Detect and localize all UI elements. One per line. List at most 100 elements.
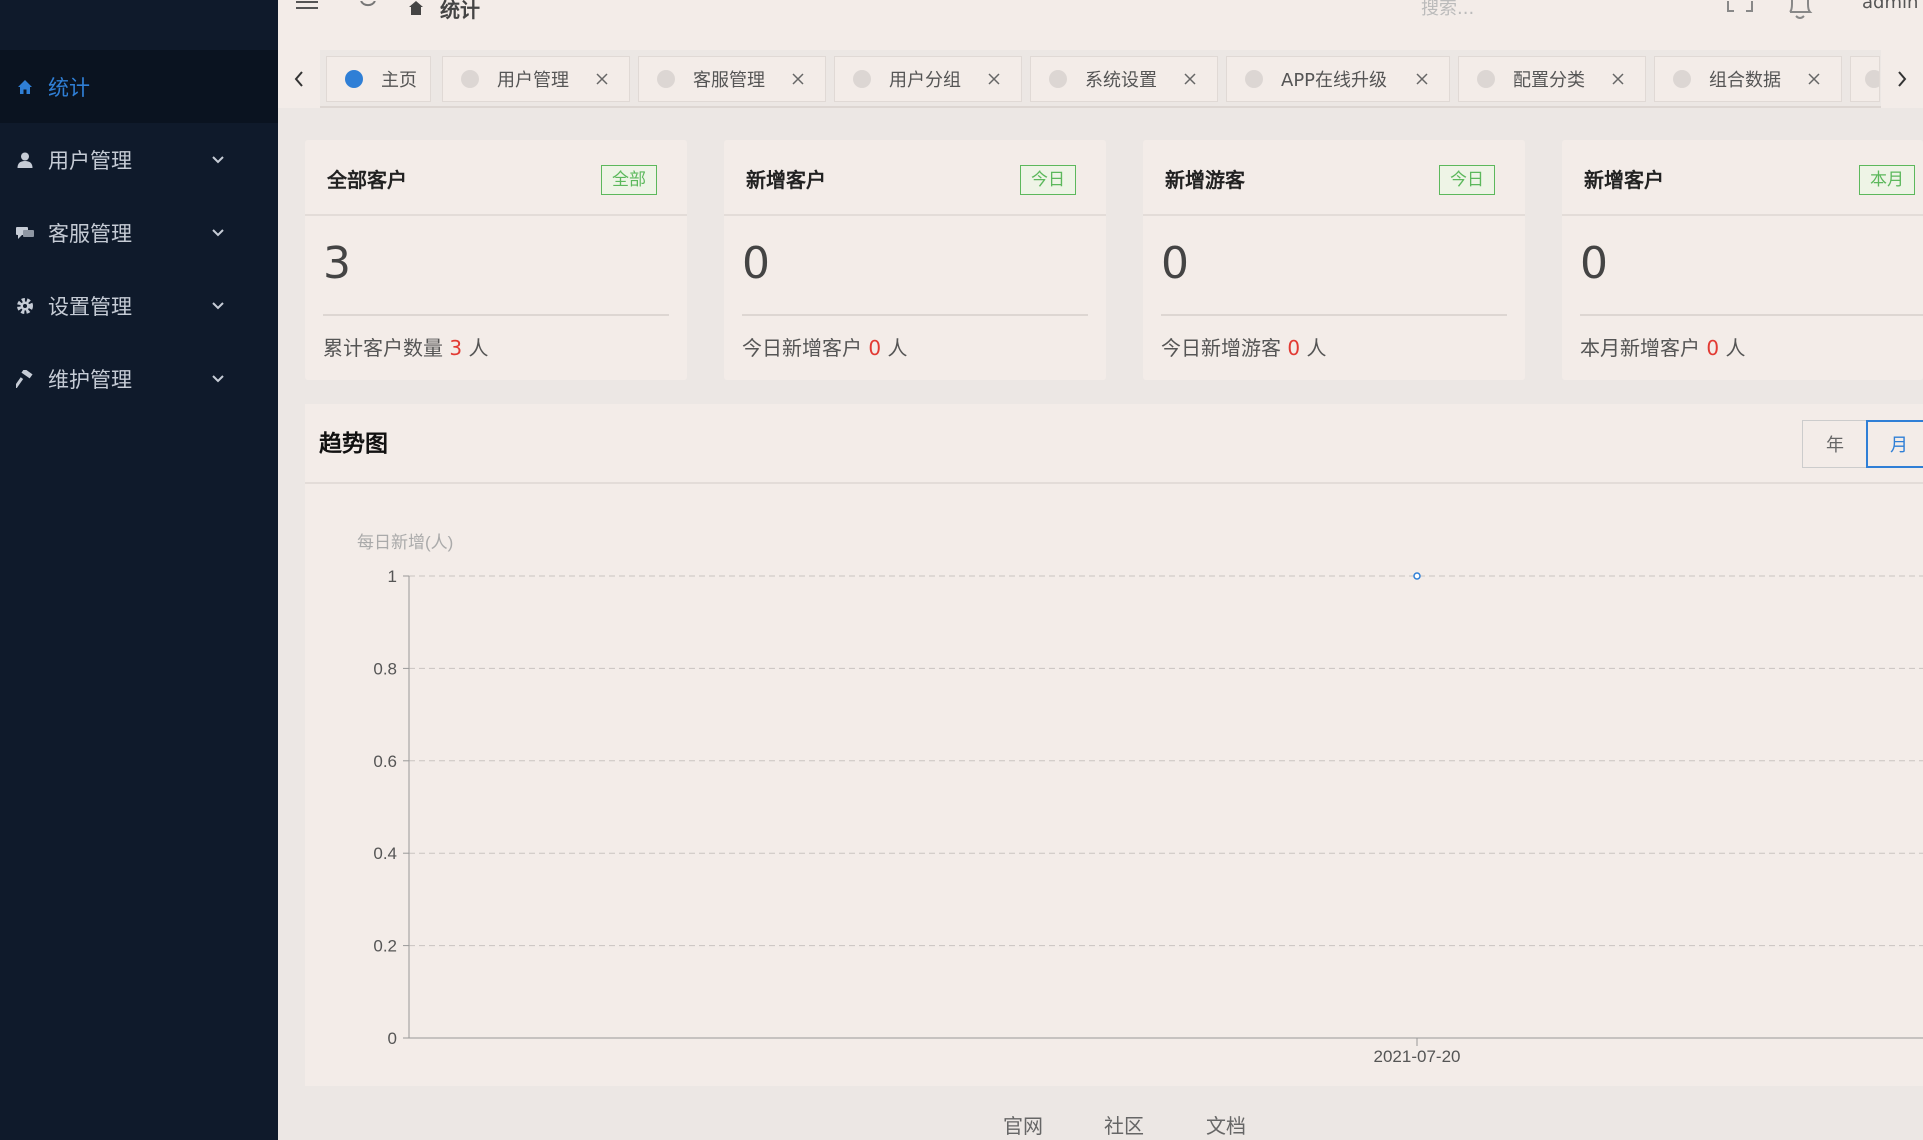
card-footer-number: 0	[868, 336, 882, 360]
card-title: 新增游客	[1165, 168, 1245, 192]
card-footer: 今日新增客户 0 人	[742, 332, 907, 361]
tab-status-dot	[345, 70, 363, 88]
card-footer-number: 3	[449, 336, 463, 360]
card-footer: 累计客户数量 3 人	[323, 332, 488, 361]
close-icon[interactable]	[1807, 72, 1821, 86]
chat-icon	[14, 222, 36, 244]
tab-status-dot	[1865, 70, 1879, 88]
card-header: 新增游客 今日	[1143, 140, 1525, 216]
sidebar: 统计 用户管理 客服管理 设置管理 维护管理	[0, 0, 278, 1140]
tab-service-management[interactable]: 客服管理	[638, 56, 826, 102]
card-footer: 本月新增客户 0 人	[1580, 332, 1745, 361]
sidebar-item-settings-management[interactable]: 设置管理	[0, 269, 278, 342]
tab-config-category[interactable]: 配置分类	[1458, 56, 1646, 102]
tab-status-dot	[1673, 70, 1691, 88]
sidebar-item-user-management[interactable]: 用户管理	[0, 123, 278, 196]
tab-label: 系统设置	[1085, 70, 1157, 91]
card-title: 新增客户	[746, 168, 826, 192]
card-header: 全部客户 全部	[305, 140, 687, 216]
user-icon	[14, 149, 36, 171]
tab-app-upgrade[interactable]: APP在线升级	[1226, 56, 1450, 102]
footer-link-community[interactable]: 社区	[1104, 1110, 1144, 1139]
home-icon	[14, 76, 36, 98]
tab-label: 用户管理	[497, 70, 569, 91]
card-value: 3	[323, 238, 351, 289]
card-title: 新增客户	[1584, 168, 1664, 192]
y-tick-label: 0.2	[373, 937, 397, 956]
card-footer-number: 0	[1706, 336, 1720, 360]
user-menu[interactable]: admin	[1862, 0, 1918, 13]
tab-combined-data[interactable]: 组合数据	[1654, 56, 1842, 102]
card-footer-unit: 人	[468, 336, 489, 360]
stat-card-total-customers: 全部客户 全部 3 累计客户数量 3 人	[305, 140, 687, 380]
sidebar-item-service-management[interactable]: 客服管理	[0, 196, 278, 269]
trend-panel: 趋势图 年 月 每日新增(人) 0 0.2 0.4 0.6 0.8 1 2021-07-20	[305, 404, 1923, 1086]
close-icon[interactable]	[1611, 72, 1625, 86]
tab-status-dot	[461, 70, 479, 88]
card-title: 全部客户	[327, 168, 407, 192]
refresh-icon[interactable]	[358, 0, 380, 16]
sidebar-item-maintenance-management[interactable]: 维护管理	[0, 342, 278, 415]
trend-chart: 每日新增(人) 0 0.2 0.4 0.6 0.8 1 2021-07-20	[357, 533, 1923, 1066]
card-footer-unit: 人	[887, 336, 908, 360]
card-header: 新增客户 今日	[724, 140, 1106, 216]
sidebar-item-label: 设置管理	[48, 294, 132, 319]
card-divider	[323, 314, 669, 316]
card-badge: 今日	[1439, 165, 1495, 195]
card-header: 新增客户 本月	[1562, 140, 1923, 216]
tab-user-management[interactable]: 用户管理	[442, 56, 630, 102]
card-badge: 本月	[1859, 165, 1915, 195]
y-tick-label: 0.6	[373, 752, 397, 771]
sidebar-logo-area	[0, 0, 278, 50]
tabs-scroll-right-button[interactable]	[1881, 50, 1923, 108]
fullscreen-icon[interactable]	[1726, 0, 1754, 16]
tab-home[interactable]: 主页	[326, 56, 431, 102]
close-icon[interactable]	[595, 72, 609, 86]
footer-link-docs[interactable]: 文档	[1206, 1110, 1246, 1139]
card-footer-unit: 人	[1306, 336, 1327, 360]
sidebar-item-label: 客服管理	[48, 221, 132, 246]
tab-label: 主页	[381, 70, 417, 91]
chevron-down-icon	[208, 369, 228, 389]
tab-status-dot	[1477, 70, 1495, 88]
tabs-scroll-left-button[interactable]	[278, 50, 320, 108]
y-tick-label: 1	[388, 567, 397, 586]
breadcrumb: 统计	[440, 0, 480, 22]
card-value: 0	[1580, 238, 1608, 289]
search-input[interactable]: 搜索...	[1421, 0, 1474, 20]
card-badge: 全部	[601, 165, 657, 195]
bell-icon[interactable]	[1786, 0, 1814, 20]
tab-status-dot	[1049, 70, 1067, 88]
close-icon[interactable]	[791, 72, 805, 86]
tab-user-groups[interactable]: 用户分组	[834, 56, 1022, 102]
close-icon[interactable]	[1415, 72, 1429, 86]
tab-status-dot	[1245, 70, 1263, 88]
tab-system-settings[interactable]: 系统设置	[1030, 56, 1218, 102]
x-tick-label: 2021-07-20	[1374, 1047, 1461, 1066]
y-tick-label: 0.8	[373, 659, 397, 678]
stat-card-new-visitors-today: 新增游客 今日 0 今日新增游客 0 人	[1143, 140, 1525, 380]
y-tick-label: 0	[388, 1029, 397, 1048]
y-axis-label: 每日新增(人)	[357, 533, 453, 552]
card-badge: 今日	[1020, 165, 1076, 195]
tab-status-dot	[657, 70, 675, 88]
tab-overflow[interactable]	[1850, 56, 1880, 102]
tab-label: 客服管理	[693, 70, 765, 91]
tab-label: 配置分类	[1513, 70, 1585, 91]
gear-icon	[14, 295, 36, 317]
tab-label: APP在线升级	[1281, 70, 1388, 91]
card-footer-label: 今日新增游客	[1161, 336, 1281, 360]
close-icon[interactable]	[1183, 72, 1197, 86]
sidebar-item-label: 用户管理	[48, 148, 132, 173]
top-bar: 统计 搜索... admin	[278, 0, 1923, 50]
close-icon[interactable]	[987, 72, 1001, 86]
sidebar-item-label: 维护管理	[48, 367, 132, 392]
card-footer-label: 今日新增客户	[742, 336, 862, 360]
card-value: 0	[742, 238, 770, 289]
tabs-bar: 主页 用户管理 客服管理 用户分组 系统设置 APP在线升级 配置分类 组合数据	[278, 50, 1923, 108]
sidebar-item-statistics[interactable]: 统计	[0, 50, 278, 123]
card-divider	[1161, 314, 1507, 316]
card-divider	[742, 314, 1088, 316]
footer-link-official-site[interactable]: 官网	[1003, 1110, 1043, 1139]
menu-toggle-icon[interactable]	[296, 0, 322, 14]
